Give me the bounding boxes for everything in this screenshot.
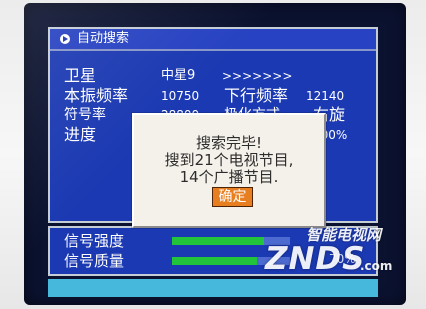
signal-quality-label: 信号质量 (64, 252, 125, 270)
symbol-rate-label: 符号率 (64, 107, 106, 123)
signal-strength-fill (172, 237, 265, 245)
signal-quality-meter (172, 257, 290, 265)
oscillator-frequency-label: 本振频率 (64, 86, 129, 105)
satellite-label: 卫星 (64, 66, 97, 85)
page-title: 自动搜索 (77, 31, 130, 46)
progress-label: 进度 (64, 125, 97, 144)
dialog-message-line-2: 搜到21个电视节目, (164, 151, 294, 169)
tv-screen: 自动搜索 卫星 中星9 >>>>>>> 本振频率 10750 下行频率 1214… (24, 3, 406, 305)
signal-status-panel: 信号强度 信号质量 70% (48, 226, 378, 276)
downlink-frequency-value: 12140 (306, 89, 345, 103)
confirm-button[interactable]: 确定 (212, 187, 253, 207)
search-progress-arrows: >>>>>>> (222, 69, 293, 83)
oscillator-frequency-value: 10750 (161, 89, 200, 103)
signal-strength-label: 信号强度 (64, 232, 125, 250)
dialog-message-line-1: 搜索完毕! (195, 134, 262, 152)
search-complete-dialog: 搜索完毕! 搜到21个电视节目, 14个广播节目. 确定 (132, 113, 326, 228)
satellite-value: 中星9 (161, 68, 196, 83)
title-bar: 自动搜索 (50, 29, 376, 51)
bottom-status-bar (48, 279, 378, 297)
signal-quality-value: 70% (329, 252, 356, 266)
dialog-message-line-3: 14个广播节目. (179, 168, 279, 186)
play-circle-icon (60, 34, 70, 44)
signal-strength-meter (172, 237, 290, 245)
downlink-frequency-label: 下行频率 (224, 86, 289, 105)
signal-quality-fill (172, 257, 257, 265)
